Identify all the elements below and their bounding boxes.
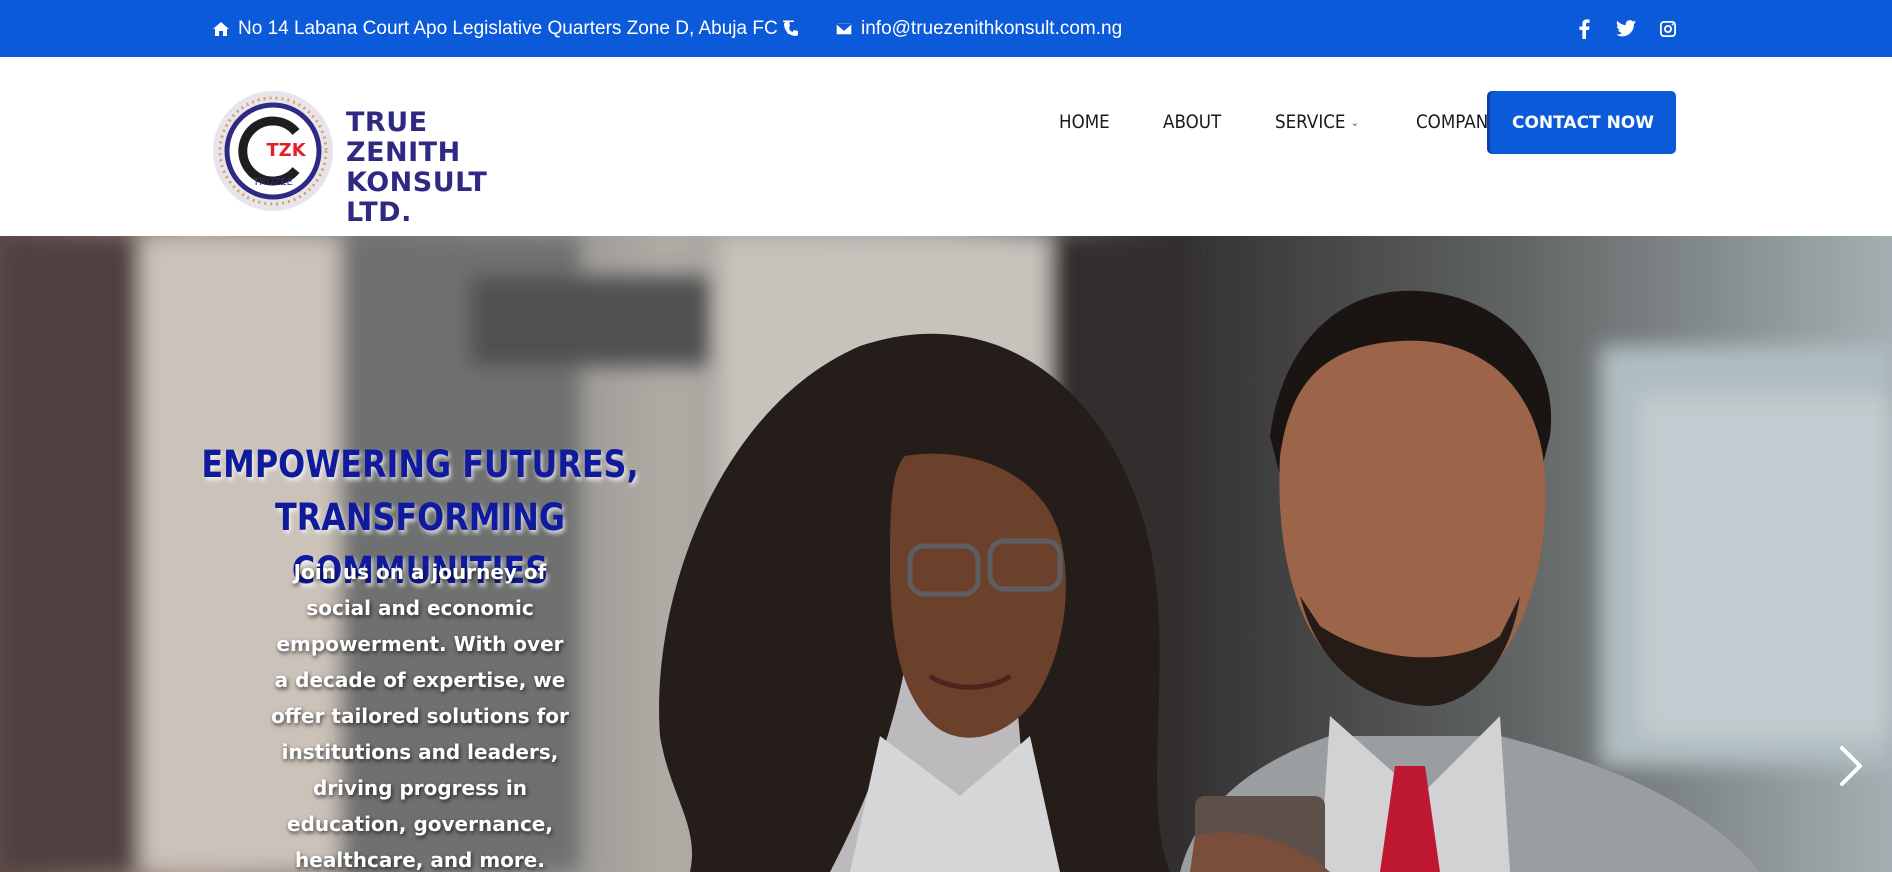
facebook-icon[interactable] — [1574, 18, 1594, 39]
hero-description: Join us on a journey of social and econo… — [271, 560, 569, 872]
nav-about-label[interactable]: ABOUT — [1163, 111, 1221, 133]
envelope-icon — [835, 21, 853, 36]
chevron-down-icon[interactable]: ⌄ — [1351, 116, 1359, 129]
phone-info[interactable] — [783, 0, 807, 57]
nav-service[interactable]: SERVICE ⌄ — [1275, 111, 1359, 133]
nav-about[interactable]: ABOUT — [1163, 111, 1221, 133]
nav-service-label[interactable]: SERVICE — [1275, 111, 1345, 133]
phone-icon[interactable] — [783, 21, 799, 37]
address-text: No 14 Labana Court Apo Legislative Quart… — [238, 17, 795, 39]
nav-company-label[interactable]: COMPANY — [1416, 111, 1498, 133]
brand-name: TRUE ZENITH KONSULT LTD. — [346, 108, 552, 228]
instagram-icon[interactable] — [1658, 19, 1678, 39]
home-icon — [213, 21, 229, 36]
email-link[interactable]: info@truezenithkonsult.com.ng — [861, 18, 1122, 40]
logo-emblem: TZK TRUZEE — [213, 91, 333, 211]
brand-name-line3: KONSULT LTD. — [346, 167, 488, 228]
hero-title-line1: EMPOWERING FUTURES, — [201, 443, 639, 486]
logo-initials: TZK — [266, 140, 306, 161]
brand-name-line2: ZENITH — [346, 137, 461, 168]
social-links — [1574, 0, 1678, 57]
twitter-icon[interactable] — [1616, 19, 1636, 39]
nav-home[interactable]: HOME — [1059, 111, 1110, 133]
chevron-right-icon[interactable] — [1830, 736, 1870, 796]
brand-logo[interactable]: TZK TRUZEE TRUE ZENITH KONSULT LTD. — [212, 90, 552, 228]
address-info: No 14 Labana Court Apo Legislative Quart… — [212, 0, 794, 57]
top-info-bar: No 14 Labana Court Apo Legislative Quart… — [0, 0, 1892, 57]
nav-home-label[interactable]: HOME — [1059, 111, 1110, 133]
hero-banner: EMPOWERING FUTURES, TRANSFORMING COMMUNI… — [0, 236, 1892, 872]
contact-now-button[interactable]: CONTACT NOW — [1490, 91, 1676, 154]
email-info[interactable]: info@truezenithkonsult.com.ng — [835, 0, 1122, 57]
logo-ring-text: TRUZEE — [252, 177, 293, 188]
brand-name-line1: TRUE — [346, 107, 428, 138]
site-header: TZK TRUZEE TRUE ZENITH KONSULT LTD. HOME… — [0, 57, 1892, 236]
